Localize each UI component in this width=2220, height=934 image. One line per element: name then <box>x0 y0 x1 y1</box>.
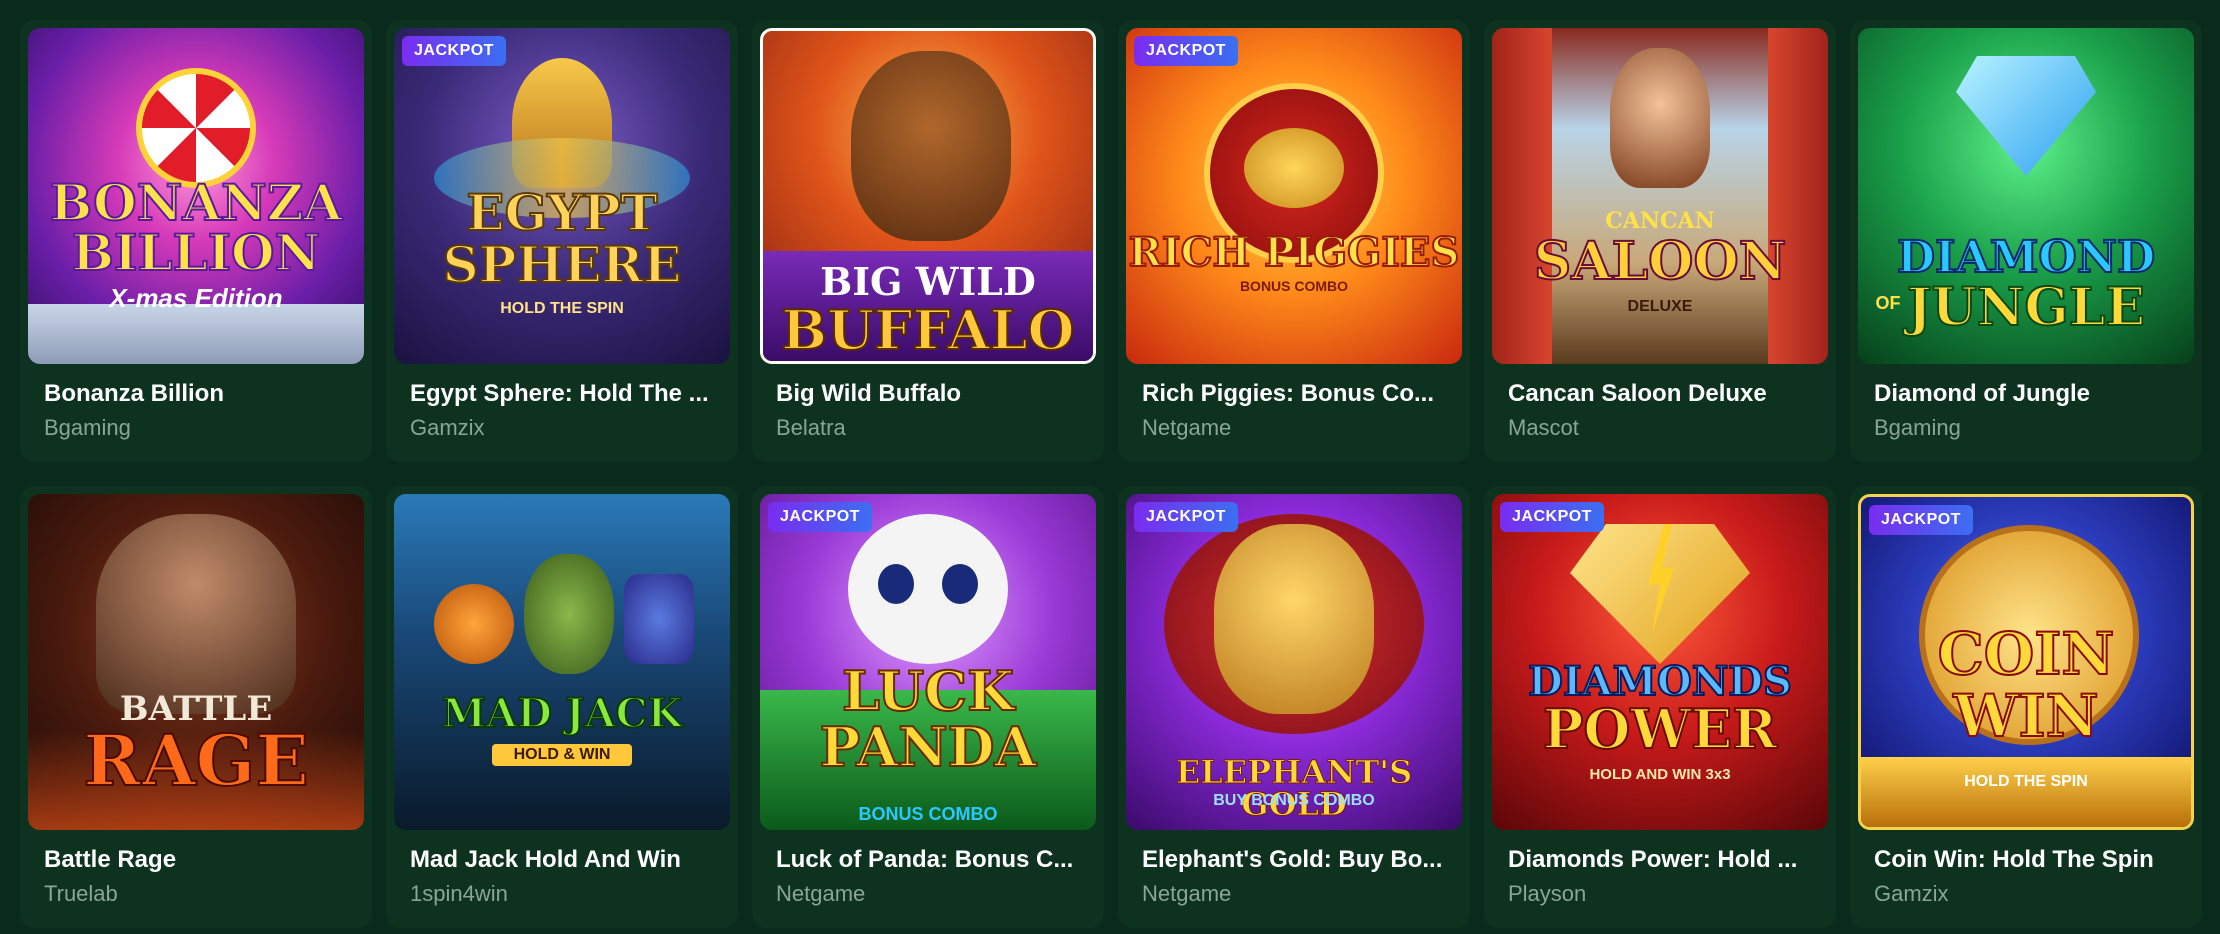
art-title: JUNGLE <box>1906 277 2146 338</box>
game-name[interactable]: Diamonds Power: Hold ... <box>1492 846 1812 874</box>
game-thumbnail[interactable]: BATTLE RAGE <box>28 494 364 830</box>
art-title: WIN <box>1952 682 2099 750</box>
game-name[interactable]: Rich Piggies: Bonus Co... <box>1126 380 1446 408</box>
art-subtitle: BUY BONUS COMBO <box>1213 792 1375 809</box>
game-thumbnail[interactable]: JACKPOT LUCK PANDA BONUS COMBO <box>760 494 1096 830</box>
game-provider: Bgaming <box>44 415 131 440</box>
game-thumbnail[interactable]: JACKPOT DIAMONDS POWER HOLD AND WIN 3x3 <box>1492 494 1828 830</box>
game-provider: Belatra <box>776 415 846 440</box>
art-subtitle: BONUS COMBO <box>1239 278 1349 294</box>
game-name[interactable]: Egypt Sphere: Hold The ... <box>394 380 714 408</box>
art-subtitle: HOLD THE SPIN <box>500 300 624 317</box>
art-title: DIAMONDS <box>1527 658 1793 705</box>
game-thumbnail[interactable]: JACKPOT ELEPHANT'S GOLD BUY BONUS COMBO <box>1126 494 1462 830</box>
game-card-cancan-saloon[interactable]: CANCAN SALOON DELUXE Cancan Saloon Delux… <box>1484 20 1836 462</box>
game-card-battle-rage[interactable]: BATTLE RAGE Battle Rage Truelab <box>20 486 372 928</box>
art-subtitle: DELUXE <box>1627 298 1693 315</box>
game-provider: Netgame <box>776 881 866 906</box>
art-title: BILLION <box>71 223 322 282</box>
game-name[interactable]: Elephant's Gold: Buy Bo... <box>1126 846 1446 874</box>
game-card-coin-win[interactable]: JACKPOT COIN WIN HOLD THE SPIN Coin Win:… <box>1850 486 2202 928</box>
art-title: EGYPT <box>465 183 658 242</box>
art-title: COIN <box>1937 620 2116 688</box>
game-name[interactable]: Battle Rage <box>28 846 348 874</box>
art-title: BIG WILD <box>820 259 1036 304</box>
game-thumbnail[interactable]: JACKPOT EGYPT SPHERE HOLD THE SPIN <box>394 28 730 364</box>
game-provider: Netgame <box>1142 415 1232 440</box>
art-title: ELEPHANT'S GOLD <box>1175 753 1413 823</box>
jackpot-badge: JACKPOT <box>402 36 506 66</box>
game-name[interactable]: Luck of Panda: Bonus C... <box>760 846 1080 874</box>
game-name[interactable]: Coin Win: Hold The Spin <box>1858 846 2178 874</box>
game-provider: Truelab <box>44 881 118 906</box>
game-name[interactable]: Cancan Saloon Deluxe <box>1492 380 1812 408</box>
jackpot-badge: JACKPOT <box>1134 502 1238 532</box>
game-provider: 1spin4win <box>410 881 508 906</box>
art-title: SPHERE <box>442 235 683 294</box>
art-subtitle: HOLD AND WIN 3x3 <box>1589 766 1731 783</box>
art-title: POWER <box>1542 697 1778 761</box>
art-title: MAD JACK <box>441 690 684 737</box>
game-card-elephants-gold[interactable]: JACKPOT ELEPHANT'S GOLD BUY BONUS COMBO … <box>1118 486 1470 928</box>
art-subtitle: HOLD & WIN <box>492 744 632 766</box>
game-card-bonanza-billion[interactable]: BONANZA BILLION X-mas Edition Bonanza Bi… <box>20 20 372 462</box>
game-card-diamonds-power[interactable]: JACKPOT DIAMONDS POWER HOLD AND WIN 3x3 … <box>1484 486 1836 928</box>
games-grid: BONANZA BILLION X-mas Edition Bonanza Bi… <box>20 20 2202 928</box>
game-provider: Bgaming <box>1874 415 1961 440</box>
game-thumbnail[interactable]: BIG WILD BUFFALO <box>760 28 1096 364</box>
art-title: DIAMOND <box>1896 232 2156 283</box>
jackpot-badge: JACKPOT <box>1869 505 1973 535</box>
game-card-egypt-sphere[interactable]: JACKPOT EGYPT SPHERE HOLD THE SPIN Egypt… <box>386 20 738 462</box>
game-card-mad-jack[interactable]: MAD JACK HOLD & WIN Mad Jack Hold And Wi… <box>386 486 738 928</box>
game-card-big-wild-buffalo[interactable]: BIG WILD BUFFALO Big Wild Buffalo Belatr… <box>752 20 1104 462</box>
game-name[interactable]: Big Wild Buffalo <box>760 380 1080 408</box>
game-thumbnail[interactable]: BONANZA BILLION X-mas Edition <box>28 28 364 364</box>
game-provider: Playson <box>1508 881 1587 906</box>
art-subtitle: HOLD THE SPIN <box>1964 773 2088 790</box>
art-subtitle: X-mas Edition <box>109 283 283 313</box>
game-name[interactable]: Mad Jack Hold And Win <box>394 846 714 874</box>
jackpot-badge: JACKPOT <box>1134 36 1238 66</box>
game-provider: Netgame <box>1142 881 1232 906</box>
game-card-rich-piggies[interactable]: JACKPOT RICH PIGGIES BONUS COMBO Rich Pi… <box>1118 20 1470 462</box>
art-title: RAGE <box>82 719 310 802</box>
game-thumbnail[interactable]: JACKPOT COIN WIN HOLD THE SPIN <box>1858 494 2194 830</box>
art-subtitle: BONUS COMBO <box>858 804 998 824</box>
art-title: SALOON <box>1533 231 1788 292</box>
art-title: BONANZA <box>49 173 343 232</box>
art-title: CANCAN <box>1605 208 1715 234</box>
game-thumbnail[interactable]: CANCAN SALOON DELUXE <box>1492 28 1828 364</box>
game-name[interactable]: Bonanza Billion <box>28 380 348 408</box>
game-name[interactable]: Diamond of Jungle <box>1858 380 2178 408</box>
game-provider: Mascot <box>1508 415 1579 440</box>
jackpot-badge: JACKPOT <box>1500 502 1604 532</box>
game-card-luck-of-panda[interactable]: JACKPOT LUCK PANDA BONUS COMBO Luck of P… <box>752 486 1104 928</box>
jackpot-badge: JACKPOT <box>768 502 872 532</box>
art-title: PANDA <box>819 715 1038 779</box>
game-card-diamond-of-jungle[interactable]: DIAMOND OF JUNGLE Diamond of Jungle Bgam… <box>1850 20 2202 462</box>
game-thumbnail[interactable]: DIAMOND OF JUNGLE <box>1858 28 2194 364</box>
game-provider: Gamzix <box>410 415 485 440</box>
art-title: RICH PIGGIES <box>1128 229 1461 276</box>
game-thumbnail[interactable]: JACKPOT RICH PIGGIES BONUS COMBO <box>1126 28 1462 364</box>
art-title: LUCK <box>841 659 1015 723</box>
game-provider: Gamzix <box>1874 881 1949 906</box>
game-thumbnail[interactable]: MAD JACK HOLD & WIN <box>394 494 730 830</box>
art-title: BUFFALO <box>780 298 1075 362</box>
